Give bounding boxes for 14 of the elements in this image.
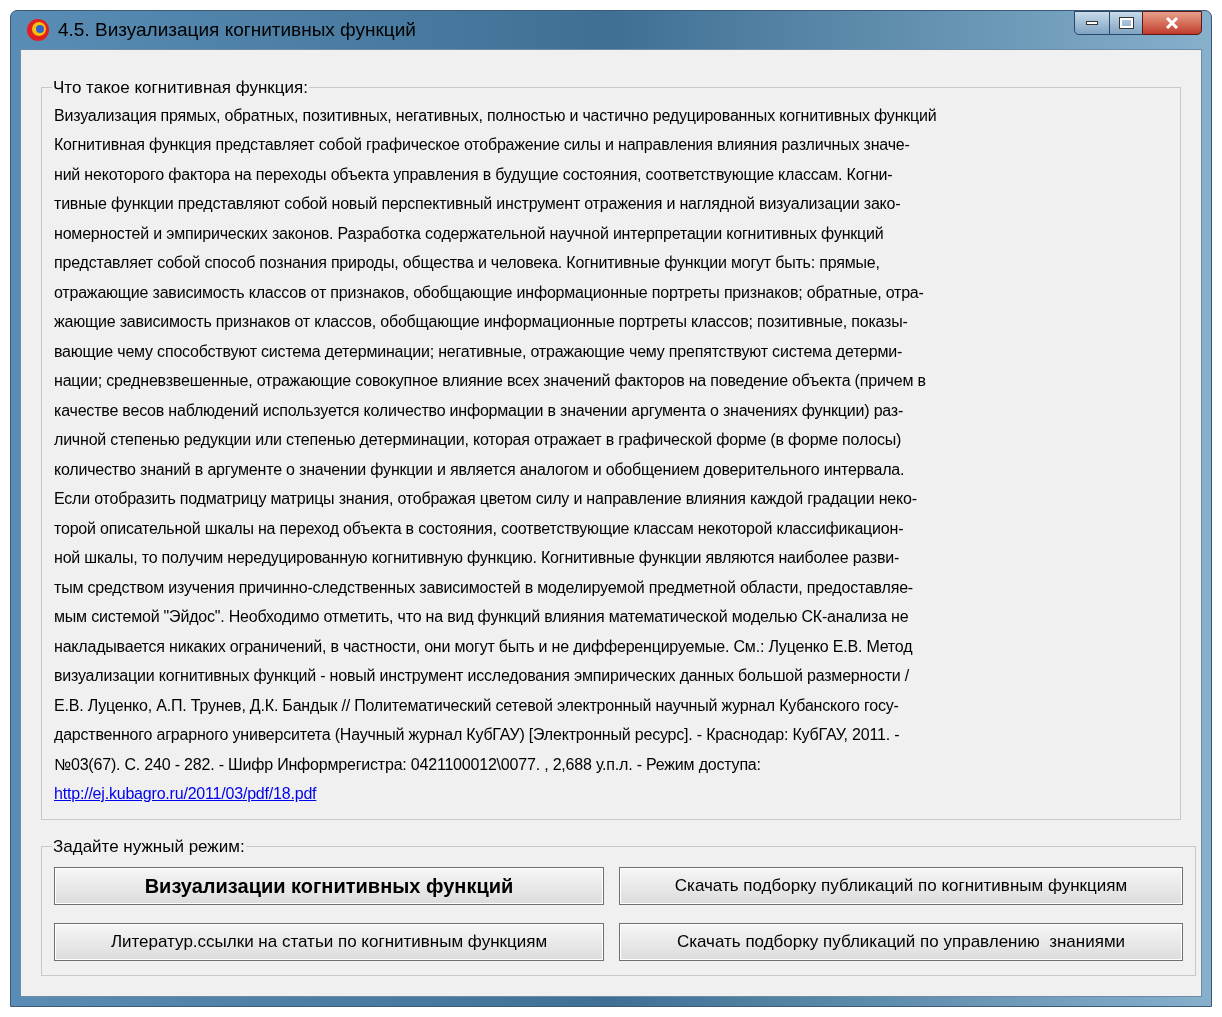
close-icon [1165, 17, 1179, 29]
description-paragraph: Визуализация прямых, обратных, позитивных, негативных, полностью и частично редуцированных когнитивных функций Когнитивная функция представляет собой графическое отображение силы и направления влияния различных значе- ний некоторого фактора на переходы объекта управления в будущие состояния, соответствующие классам. Когни- тивные функции представляют собой новый перспективный инструмент отражения и наглядной визуализации зако- номерностей и эмпирических законов. Разработка содержательной научной интерпретации когнитивных функций представляет собой способ познания природы, общества и человека. Когнитивные функции могут быть: прямые, отражающие зависимость классов от признаков, обобщающие информационные портреты признаков; обратные, отра- жающие зависимость признаков от классов, обобщающие информационные портреты классов; позитивные, показы- вающие чему способствуют система детерминации; негативные, отражающие чему препятствуют система детерми- нации; средневзвешенные, отражающие совокупное влияние всех значений факторов на поведение объекта (причем в качестве весов наблюдений используется количество информации в значении аргумента о значениях функции) раз- личной степенью редукции или степенью детерминации, которая отражает в графической форме (в форме полосы) количество знаний в аргументе о значении функции и является аналогом и обобщением доверительного интервала. Если отобразить подматрицу матрицы знания, отображая цветом силу и направление влияния каждой градации неко- торой описательной шкалы на переход объекта в состояния, соответствующие классам некоторой классификацион- ной шкалы, то получим нередуцированную когнитивную функцию. Когнитивные функции являются наиболее разви- тым средством изучения причинно-следственных зависимостей в моделируемой предметной области, предоставляе- мым системой "Эйдос". Необходимо отметить, что на вид функций влияния математической моделью СК-анализа не накладывается никаких ограничений, в частности, они могут быть и не дифференцируемые. См.: Луценко Е.В. Метод визуализации когнитивных функций - новый инструмент исследования эмпирических данных большой размерности / Е.В. Луценко, А.П. Трунев, Д.К. Бандык // Политематический сетевой электронный научный журнал Кубанского госу- дарственного аграрного университета (Научный журнал КубГАУ) [Электронный ресурс]. - Краснодар: КубГАУ, 2011. - №03(67). С. 240 - 282. - Шифр Информрегистра: 0421100012\0077. , 2,688 у.п.л. - Режим доступа: http://ej.kubagro.ru/2011/03/pdf/18.pdf [54, 105, 938, 804]
mode-button[interactable]: Визуализации когнитивных функций [54, 867, 604, 905]
minimize-button[interactable] [1074, 11, 1110, 35]
mode-button[interactable]: Скачать подборку публикаций по управлению знаниями [619, 923, 1183, 961]
mode-button[interactable]: Литератур.ссылки на статьи по когнитивным функциям [54, 923, 604, 961]
group-legend: Что такое когнитивная функция: [52, 75, 309, 101]
window-title: 4.5. Визуализация когнитивных функций [58, 17, 416, 42]
article-link[interactable]: http://ej.kubagro.ru/2011/03/pdf/18.pdf [54, 785, 317, 802]
app-logo-icon [26, 18, 50, 42]
maximize-button[interactable] [1110, 11, 1142, 35]
group-legend: Задайте нужный режим: [52, 833, 246, 859]
mode-button[interactable]: Скачать подборку публикаций по когнитивным функциям [619, 867, 1183, 905]
close-button[interactable] [1142, 11, 1202, 35]
